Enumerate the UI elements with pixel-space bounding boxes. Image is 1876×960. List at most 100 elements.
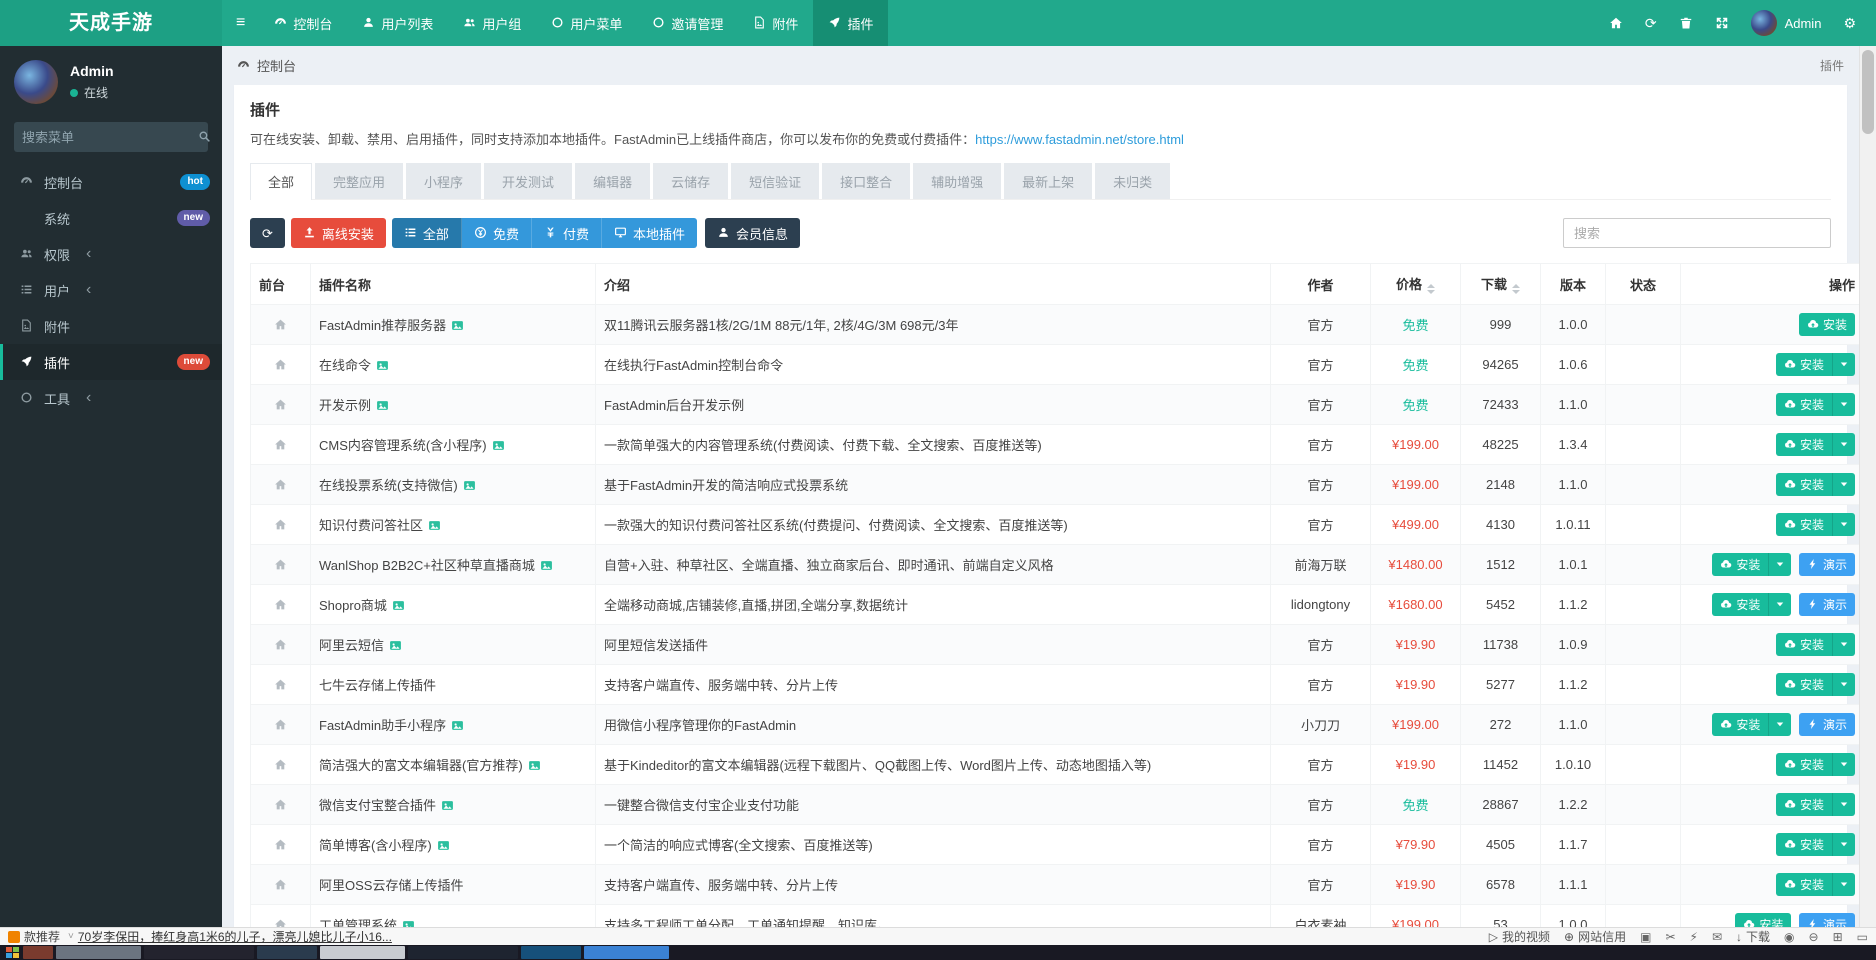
plugin-name[interactable]: FastAdmin推荐服务器 — [319, 318, 446, 333]
taskbar-item-0[interactable] — [23, 946, 53, 959]
nav-item-0[interactable]: 控制台 — [259, 0, 347, 46]
taskbar-item-2[interactable] — [144, 946, 254, 959]
sidebar-toggle-button[interactable]: ≡ — [222, 0, 259, 46]
frontend-home-icon[interactable] — [274, 598, 287, 611]
install-dropdown-button[interactable] — [1832, 793, 1855, 816]
vertical-scrollbar[interactable] — [1859, 46, 1876, 927]
install-dropdown-button[interactable] — [1832, 633, 1855, 656]
tab-6[interactable]: 短信验证 — [731, 163, 819, 199]
plugin-name[interactable]: 简洁强大的富文本编辑器(官方推荐) — [319, 758, 523, 773]
screenshot-image-icon[interactable] — [540, 559, 553, 572]
install-button[interactable]: 安装 — [1776, 353, 1832, 376]
sort-icon[interactable] — [1512, 284, 1520, 294]
install-dropdown-button[interactable] — [1768, 553, 1791, 576]
taskbar-item-4[interactable] — [320, 946, 405, 959]
install-button[interactable]: 安装 — [1712, 593, 1768, 616]
taskbar-item-3[interactable] — [257, 946, 317, 959]
install-button[interactable]: 安装 — [1776, 393, 1832, 416]
filter-button-0[interactable]: 全部 — [392, 218, 462, 248]
install-dropdown-button[interactable] — [1832, 673, 1855, 696]
trash-icon[interactable] — [1679, 16, 1693, 30]
frontend-home-icon[interactable] — [274, 358, 287, 371]
plugin-name[interactable]: WanlShop B2B2C+社区种草直播商城 — [319, 558, 535, 573]
frontend-home-icon[interactable] — [274, 798, 287, 811]
tab-4[interactable]: 编辑器 — [575, 163, 650, 199]
install-dropdown-button[interactable] — [1832, 433, 1855, 456]
fullscreen-icon[interactable] — [1715, 16, 1729, 30]
plugin-name[interactable]: 知识付费问答社区 — [319, 518, 423, 533]
tab-3[interactable]: 开发测试 — [484, 163, 572, 199]
frontend-home-icon[interactable] — [274, 758, 287, 771]
screenshot-image-icon[interactable] — [437, 839, 450, 852]
filter-button-3[interactable]: 本地插件 — [602, 218, 697, 248]
frontend-home-icon[interactable] — [274, 678, 287, 691]
taskbar-item-7[interactable] — [584, 946, 669, 959]
plugin-name[interactable]: CMS内容管理系统(含小程序) — [319, 438, 487, 453]
screenshot-image-icon[interactable] — [451, 319, 464, 332]
tab-7[interactable]: 接口整合 — [822, 163, 910, 199]
nav-item-2[interactable]: 用户组 — [448, 0, 536, 46]
install-dropdown-button[interactable] — [1832, 873, 1855, 896]
sidebar-item-0[interactable]: 控制台 hot ‹ — [0, 164, 222, 200]
screenshot-image-icon[interactable] — [402, 919, 415, 927]
sidebar-item-2[interactable]: 权限 ‹ — [0, 236, 222, 272]
taskbar-item-6[interactable] — [521, 946, 581, 959]
install-button[interactable]: 安装 — [1712, 553, 1768, 576]
filter-button-1[interactable]: 免费 — [462, 218, 532, 248]
screenshot-image-icon[interactable] — [528, 759, 541, 772]
install-button[interactable]: 安装 — [1776, 473, 1832, 496]
plugin-name[interactable]: 七牛云存储上传插件 — [319, 678, 436, 693]
screenshot-image-icon[interactable] — [492, 439, 505, 452]
tab-9[interactable]: 最新上架 — [1004, 163, 1092, 199]
plugin-search-input[interactable] — [1563, 218, 1831, 248]
shield-icon[interactable]: ▣ — [1640, 930, 1651, 944]
nav-item-6[interactable]: 插件 — [813, 0, 888, 46]
refresh-button[interactable]: ⟳ — [250, 218, 285, 248]
install-button[interactable]: 安装 — [1799, 313, 1855, 336]
screenshot-image-icon[interactable] — [451, 719, 464, 732]
tab-5[interactable]: 云储存 — [653, 163, 728, 199]
my-videos-button[interactable]: ▷我的视频 — [1489, 928, 1550, 945]
member-info-button[interactable]: 会员信息 — [705, 218, 800, 248]
menu-search-input[interactable] — [22, 130, 198, 145]
tab-2[interactable]: 小程序 — [406, 163, 481, 199]
screenshot-image-icon[interactable] — [376, 359, 389, 372]
plugin-name[interactable]: 在线命令 — [319, 358, 371, 373]
plugin-name[interactable]: 阿里OSS云存储上传插件 — [319, 878, 463, 893]
screenshot-icon[interactable]: ✂ — [1665, 930, 1675, 944]
scrollbar-thumb[interactable] — [1862, 50, 1874, 134]
install-dropdown-button[interactable] — [1832, 353, 1855, 376]
install-button[interactable]: 安装 — [1735, 913, 1791, 927]
screenshot-image-icon[interactable] — [392, 599, 405, 612]
tab-0[interactable]: 全部 — [250, 163, 312, 200]
frontend-home-icon[interactable] — [274, 718, 287, 731]
frontend-home-icon[interactable] — [274, 518, 287, 531]
plugin-name[interactable]: 工单管理系统 — [319, 918, 397, 927]
tab-1[interactable]: 完整应用 — [315, 163, 403, 199]
install-dropdown-button[interactable] — [1768, 593, 1791, 616]
install-button[interactable]: 安装 — [1776, 673, 1832, 696]
nav-item-5[interactable]: 附件 — [738, 0, 813, 46]
speaker-icon[interactable]: ◉ — [1784, 930, 1794, 944]
sidebar-item-6[interactable]: 工具 ‹ — [0, 380, 222, 416]
tab-10[interactable]: 未归类 — [1095, 163, 1170, 199]
demo-button[interactable]: 演示 — [1799, 913, 1855, 927]
install-dropdown-button[interactable] — [1768, 713, 1791, 736]
home-icon[interactable] — [1609, 16, 1623, 30]
screenshot-image-icon[interactable] — [428, 519, 441, 532]
nav-item-3[interactable]: 用户菜单 — [536, 0, 637, 46]
install-button[interactable]: 安装 — [1776, 433, 1832, 456]
install-dropdown-button[interactable] — [1832, 393, 1855, 416]
screenshot-image-icon[interactable] — [389, 639, 402, 652]
plugin-name[interactable]: 简单博客(含小程序) — [319, 838, 432, 853]
sidebar-item-3[interactable]: 用户 ‹ — [0, 272, 222, 308]
install-button[interactable]: 安装 — [1776, 873, 1832, 896]
nav-item-4[interactable]: 邀请管理 — [637, 0, 738, 46]
frontend-home-icon[interactable] — [274, 638, 287, 651]
app-logo[interactable]: 天成手游 — [0, 0, 222, 46]
install-button[interactable]: 安装 — [1776, 833, 1832, 856]
frontend-home-icon[interactable] — [274, 558, 287, 571]
plugin-name[interactable]: 阿里云短信 — [319, 638, 384, 653]
frontend-home-icon[interactable] — [274, 438, 287, 451]
tab-8[interactable]: 辅助增强 — [913, 163, 1001, 199]
